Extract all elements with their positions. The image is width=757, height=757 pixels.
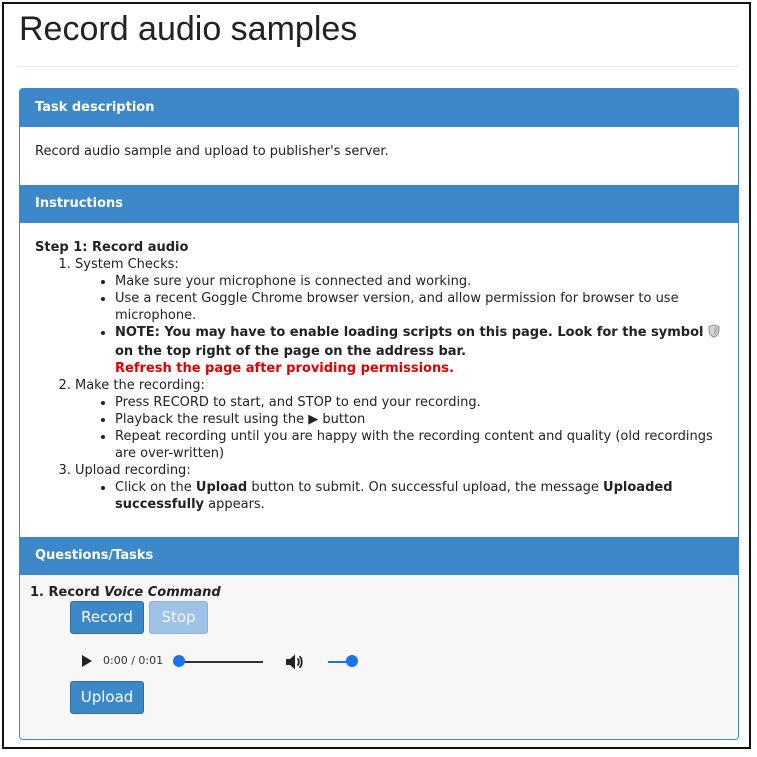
question-prefix: 1. Record (30, 585, 105, 600)
questions-heading: Questions/Tasks (20, 537, 738, 575)
page-title: Record audio samples (19, 10, 358, 48)
question-label: 1. Record Voice Command (30, 585, 221, 600)
text-part: button to submit. On successful upload, … (247, 480, 604, 495)
instructions-heading: Instructions (20, 185, 738, 223)
task-description-heading: Task description (20, 89, 738, 127)
audio-player: 0:00 / 0:01 (75, 651, 375, 673)
list-item: Use a recent Goggle Chrome browser versi… (115, 290, 730, 324)
steps-list: System Checks: Make sure your microphone… (35, 256, 730, 513)
seek-slider-thumb[interactable] (173, 655, 185, 667)
main-panel: Task description Record audio sample and… (19, 88, 739, 740)
window-frame: Record audio samples Task description Re… (2, 2, 751, 749)
task-description-text: Record audio sample and upload to publis… (35, 144, 389, 159)
list-item: Press RECORD to start, and STOP to end y… (115, 394, 730, 411)
note-text: NOTE: You may have to enable loading scr… (115, 325, 704, 340)
stop-button[interactable]: Stop (149, 601, 208, 634)
play-icon[interactable] (81, 654, 93, 672)
list-item: Repeat recording until you are happy wit… (115, 428, 730, 462)
text-part: Click on the (115, 480, 196, 495)
step-title: Step 1: Record audio (35, 240, 189, 255)
text-part-bold: Upload (195, 480, 248, 495)
instructions-body: Step 1: Record audio System Checks: Make… (35, 239, 730, 513)
volume-slider-thumb[interactable] (346, 655, 358, 667)
step-label: System Checks: (75, 257, 179, 272)
step-label: Upload recording: (75, 463, 191, 478)
title-divider (19, 66, 738, 67)
time-display: 0:00 / 0:01 (103, 654, 164, 667)
questions-body: 1. Record Voice Command Record Stop 0:00… (20, 575, 738, 739)
refresh-warning: Refresh the page after providing permiss… (115, 361, 454, 376)
list-item: Make sure your microphone is connected a… (115, 273, 730, 290)
volume-icon[interactable] (284, 652, 304, 676)
upload-button[interactable]: Upload (70, 681, 144, 714)
record-button[interactable]: Record (70, 601, 144, 634)
list-item: Playback the result using the ▶ button (115, 411, 730, 428)
shield-icon (708, 324, 720, 343)
step-label: Make the recording: (75, 378, 205, 393)
question-name: Voice Command (104, 585, 221, 600)
step-system-checks: System Checks: Make sure your microphone… (75, 256, 730, 377)
step-make-recording: Make the recording: Press RECORD to star… (75, 377, 730, 462)
note-text-end: on the top right of the page on the addr… (115, 344, 467, 359)
text-part: appears. (204, 497, 265, 512)
step-upload-recording: Upload recording: Click on the Upload bu… (75, 462, 730, 513)
seek-track[interactable] (179, 661, 263, 663)
note-item: NOTE: You may have to enable loading scr… (115, 324, 730, 377)
list-item: Click on the Upload button to submit. On… (115, 479, 730, 513)
